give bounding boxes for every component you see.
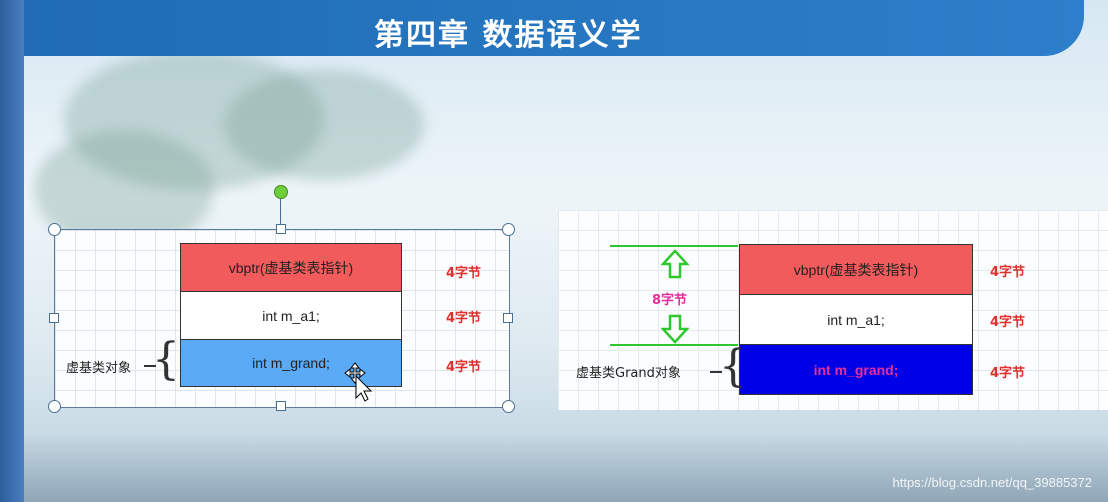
right-row-vbptr-text: vbptr(虚基类表指针) [793,261,919,278]
header-bar: 第四章 数据语义学 [24,0,1084,56]
resize-handle-tr[interactable] [502,223,515,236]
right-row-m-a1[interactable]: int m_a1; [739,294,973,345]
left-size-label-2: 4字节 [446,311,482,326]
crowd-silhouette [24,432,1108,502]
left-object-label: 虚基类对象 [66,361,132,376]
left-edge-strip [0,0,24,502]
rotate-handle[interactable] [274,185,288,199]
resize-handle-bl[interactable] [48,400,61,413]
left-row-vbptr[interactable]: vbptr(虚基类表指针) [180,243,402,292]
resize-handle-left[interactable] [49,313,59,323]
left-size-label-3: 4字节 [446,360,482,375]
right-object-label: 虚基类Grand对象 [576,366,681,381]
resize-handle-tl[interactable] [48,223,61,236]
resize-handle-right[interactable] [503,313,513,323]
move-cursor-icon [344,362,373,402]
right-row-m-a1-text: int m_a1; [827,311,885,328]
page-title: 第四章 数据语义学 [374,18,643,53]
rotation-line [280,194,281,228]
offset-label: 8字节 [652,293,688,308]
left-row-m-a1-text: int m_a1; [262,307,320,324]
right-size-label-3: 4字节 [990,366,1026,381]
left-row-m-a1[interactable]: int m_a1; [180,291,402,340]
resize-handle-br[interactable] [502,400,515,413]
left-row-m-grand-text: int m_grand; [252,355,330,371]
right-brace: { [719,341,747,392]
left-row-vbptr-text: vbptr(虚基类表指针) [228,259,354,276]
right-row-vbptr[interactable]: vbptr(虚基类表指针) [739,244,973,295]
resize-handle-bottom[interactable] [276,401,286,411]
right-row-m-grand[interactable]: int m_grand; [739,344,973,395]
watermark: https://blog.csdn.net/qq_39885372 [892,475,1093,490]
left-brace: { [152,334,180,385]
right-size-label-2: 4字节 [990,315,1026,330]
right-size-label-1: 4字节 [990,265,1026,280]
right-brace-tick [710,371,722,373]
right-row-m-grand-text: int m_grand; [813,361,899,378]
arrow-up-icon [661,249,689,279]
resize-handle-top[interactable] [276,224,286,234]
arrow-down-icon [661,314,689,344]
left-size-label-1: 4字节 [446,266,482,281]
offset-top-line [610,245,738,247]
left-brace-tick [144,365,156,367]
